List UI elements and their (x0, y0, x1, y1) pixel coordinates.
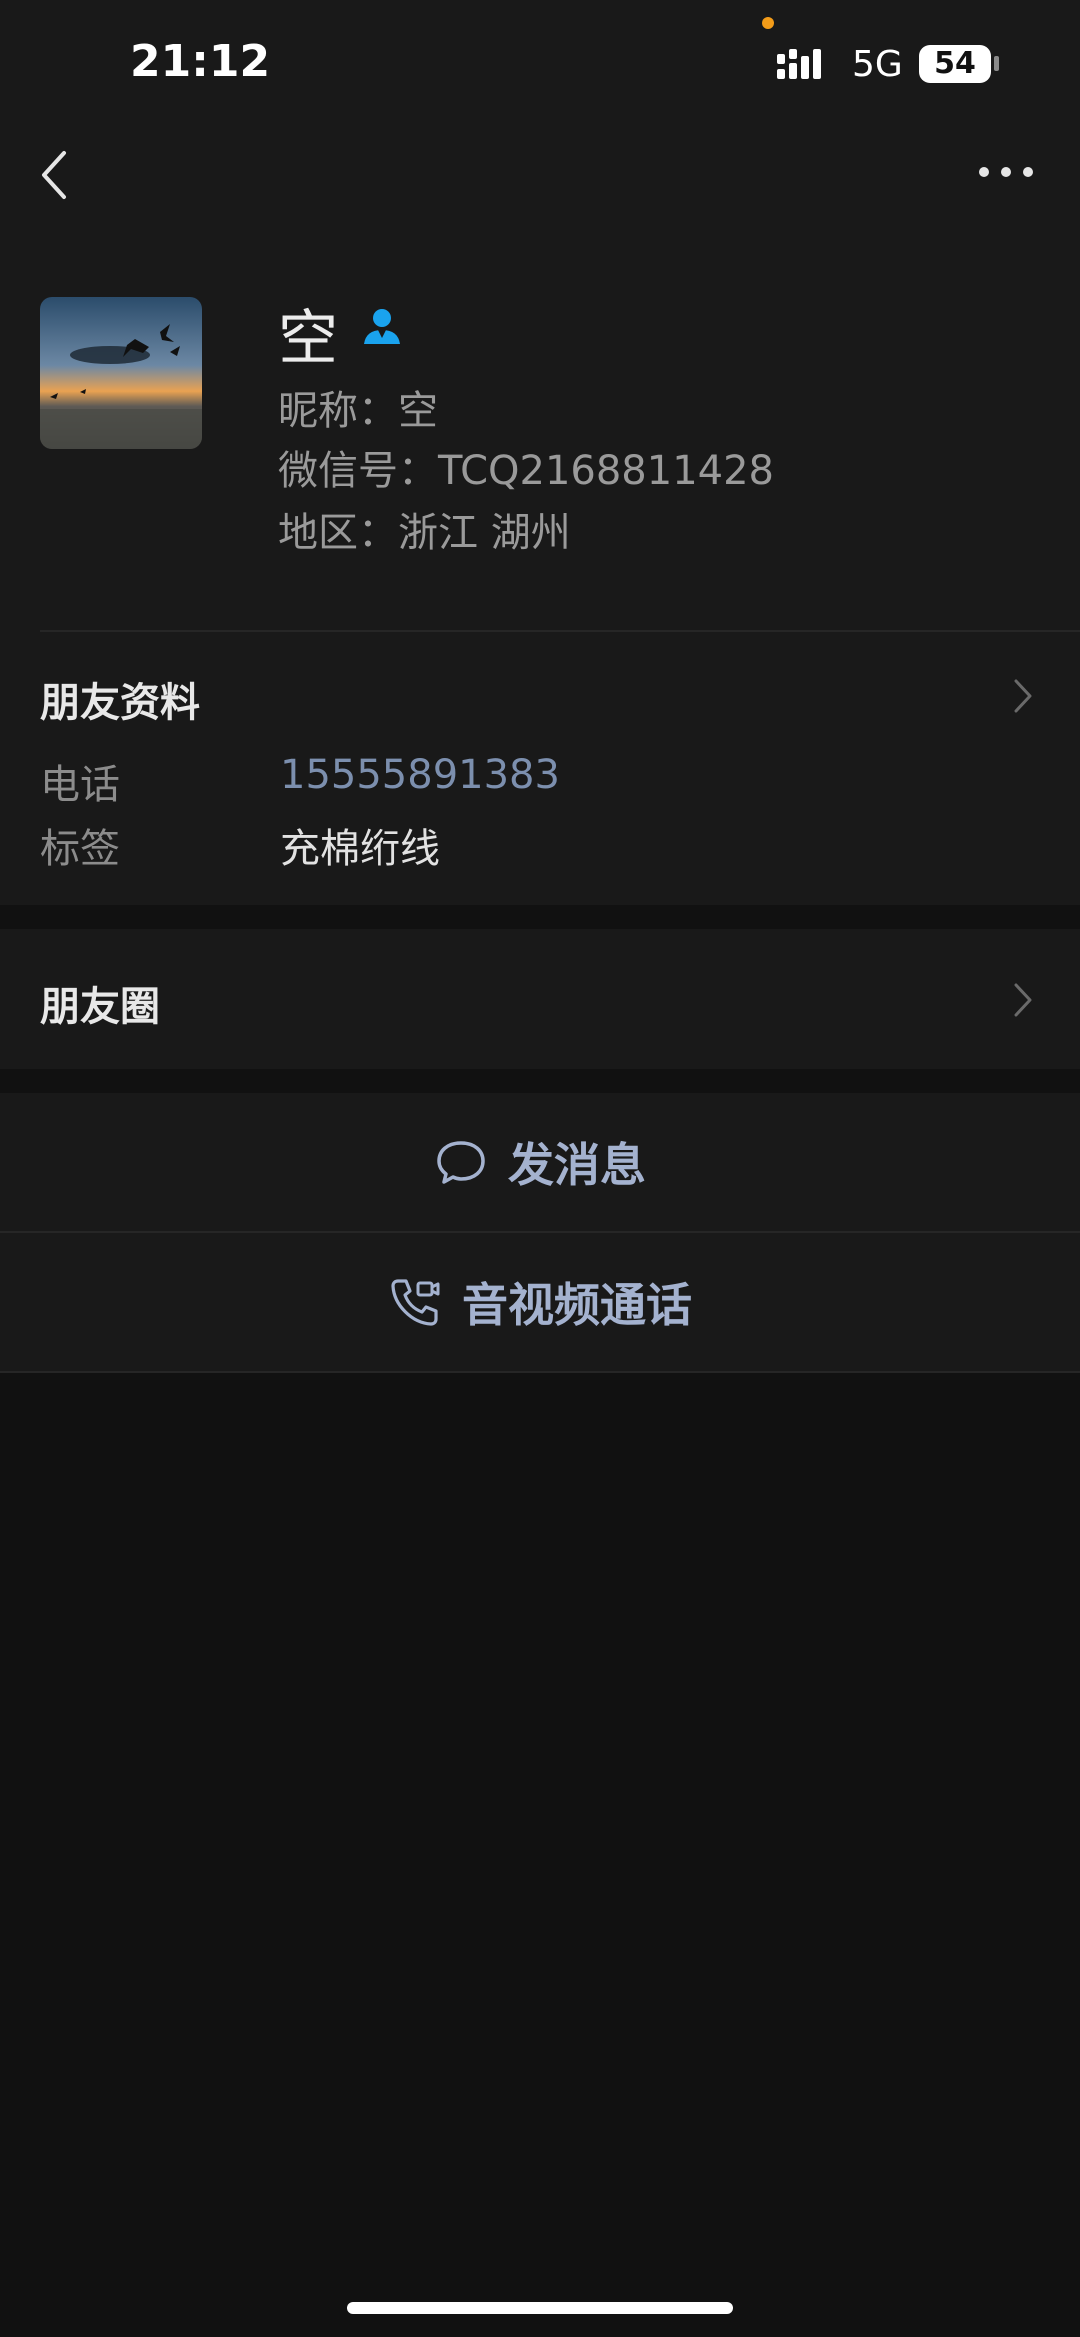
phone-value[interactable]: 15555891383 (280, 752, 560, 798)
person-badge-icon (364, 309, 400, 344)
moments-title[interactable]: 朋友圈 (40, 974, 160, 1032)
divider (0, 1371, 1080, 1373)
avatar[interactable] (40, 297, 202, 449)
home-indicator[interactable] (347, 2302, 733, 2314)
profile-wechat-id: 微信号：TCQ2168811428 (278, 448, 774, 494)
profile-nickname: 昵称：空 (278, 388, 438, 434)
more-dots-icon[interactable] (976, 160, 1036, 184)
phone-video-icon (391, 1279, 440, 1326)
section-gap (0, 905, 1080, 929)
send-message-button[interactable]: 发消息 (0, 1093, 1080, 1231)
send-message-label: 发消息 (508, 1138, 646, 1192)
recording-dot (762, 17, 774, 29)
friend-info-title[interactable]: 朋友资料 (40, 670, 200, 728)
profile-region: 地区：浙江 湖州 (278, 510, 571, 556)
phone-label: 电话 (40, 762, 120, 808)
chevron-right-icon[interactable] (1011, 676, 1035, 716)
network-type: 5G (852, 44, 903, 85)
divider (40, 630, 1080, 632)
tag-label: 标签 (40, 826, 120, 872)
battery-cap (994, 56, 999, 71)
chevron-left-icon[interactable] (36, 145, 76, 205)
status-time: 21:12 (130, 36, 271, 87)
moments-row[interactable] (0, 929, 1080, 1069)
av-call-label: 音视频通话 (462, 1278, 692, 1332)
tag-value[interactable]: 充棉绗线 (280, 816, 440, 874)
av-call-button[interactable]: 音视频通话 (0, 1233, 1080, 1371)
chevron-right-icon[interactable] (1011, 980, 1035, 1020)
battery-indicator: 54 (919, 45, 991, 83)
signal-icon (777, 49, 821, 79)
chat-bubble-icon (437, 1141, 485, 1184)
section-gap (0, 1069, 1080, 1093)
profile-name: 空 (278, 304, 338, 374)
